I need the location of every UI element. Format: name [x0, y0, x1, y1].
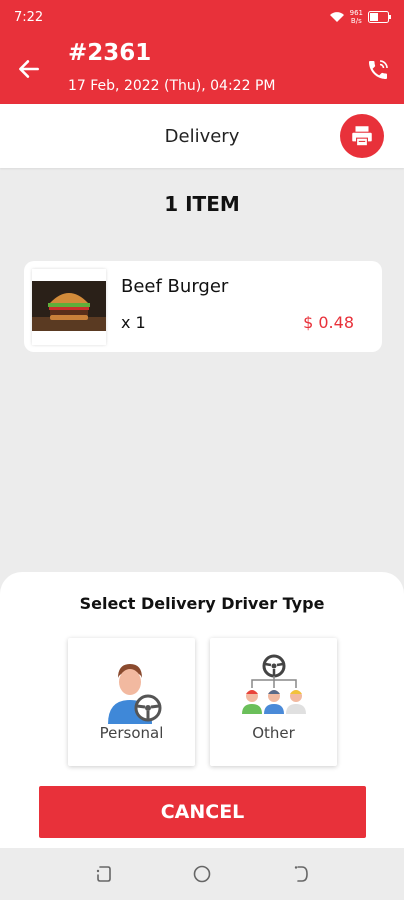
status-time: 7:22 [14, 10, 44, 25]
personal-driver-label: Personal [99, 724, 164, 742]
network-speed-value: 961 [349, 9, 363, 17]
phone-call-icon[interactable] [366, 58, 390, 82]
other-driver-label: Other [252, 724, 295, 742]
status-icons: 961 B/s [329, 9, 392, 25]
system-nav-bar [0, 848, 404, 900]
recent-apps-icon[interactable] [94, 865, 112, 883]
order-date: 17 Feb, 2022 (Thu), 04:22 PM [68, 78, 276, 94]
status-bar: 7:22 961 B/s [0, 0, 404, 36]
item-price: $ 0.48 [303, 313, 354, 332]
personal-driver-icon [107, 664, 161, 724]
delivery-type-bar: Delivery [0, 104, 404, 168]
back-nav-icon[interactable] [292, 865, 310, 883]
burger-image [32, 281, 106, 331]
wifi-icon [329, 12, 344, 22]
items-count: 1 ITEM [164, 192, 240, 216]
order-header: #2361 17 Feb, 2022 (Thu), 04:22 PM [0, 36, 404, 104]
item-quantity: x 1 [121, 313, 146, 332]
back-arrow-icon[interactable] [16, 56, 42, 82]
printer-icon [352, 126, 372, 147]
print-button[interactable] [340, 114, 384, 158]
other-driver-option[interactable]: Other [210, 638, 337, 766]
item-name: Beef Burger [121, 276, 229, 297]
order-number: #2361 [68, 40, 152, 66]
sheet-title: Select Delivery Driver Type [79, 594, 325, 613]
item-thumbnail [32, 269, 106, 345]
battery-icon [368, 11, 391, 23]
network-speed-unit: B/s [350, 17, 362, 25]
network-speed: 961 B/s [350, 9, 363, 25]
order-item-card: Beef Burger x 1 $ 0.48 [24, 261, 382, 352]
home-icon[interactable] [193, 865, 211, 883]
personal-driver-option[interactable]: Personal [68, 638, 195, 766]
other-drivers-icon [241, 654, 306, 714]
cancel-button[interactable]: CANCEL [39, 786, 366, 838]
